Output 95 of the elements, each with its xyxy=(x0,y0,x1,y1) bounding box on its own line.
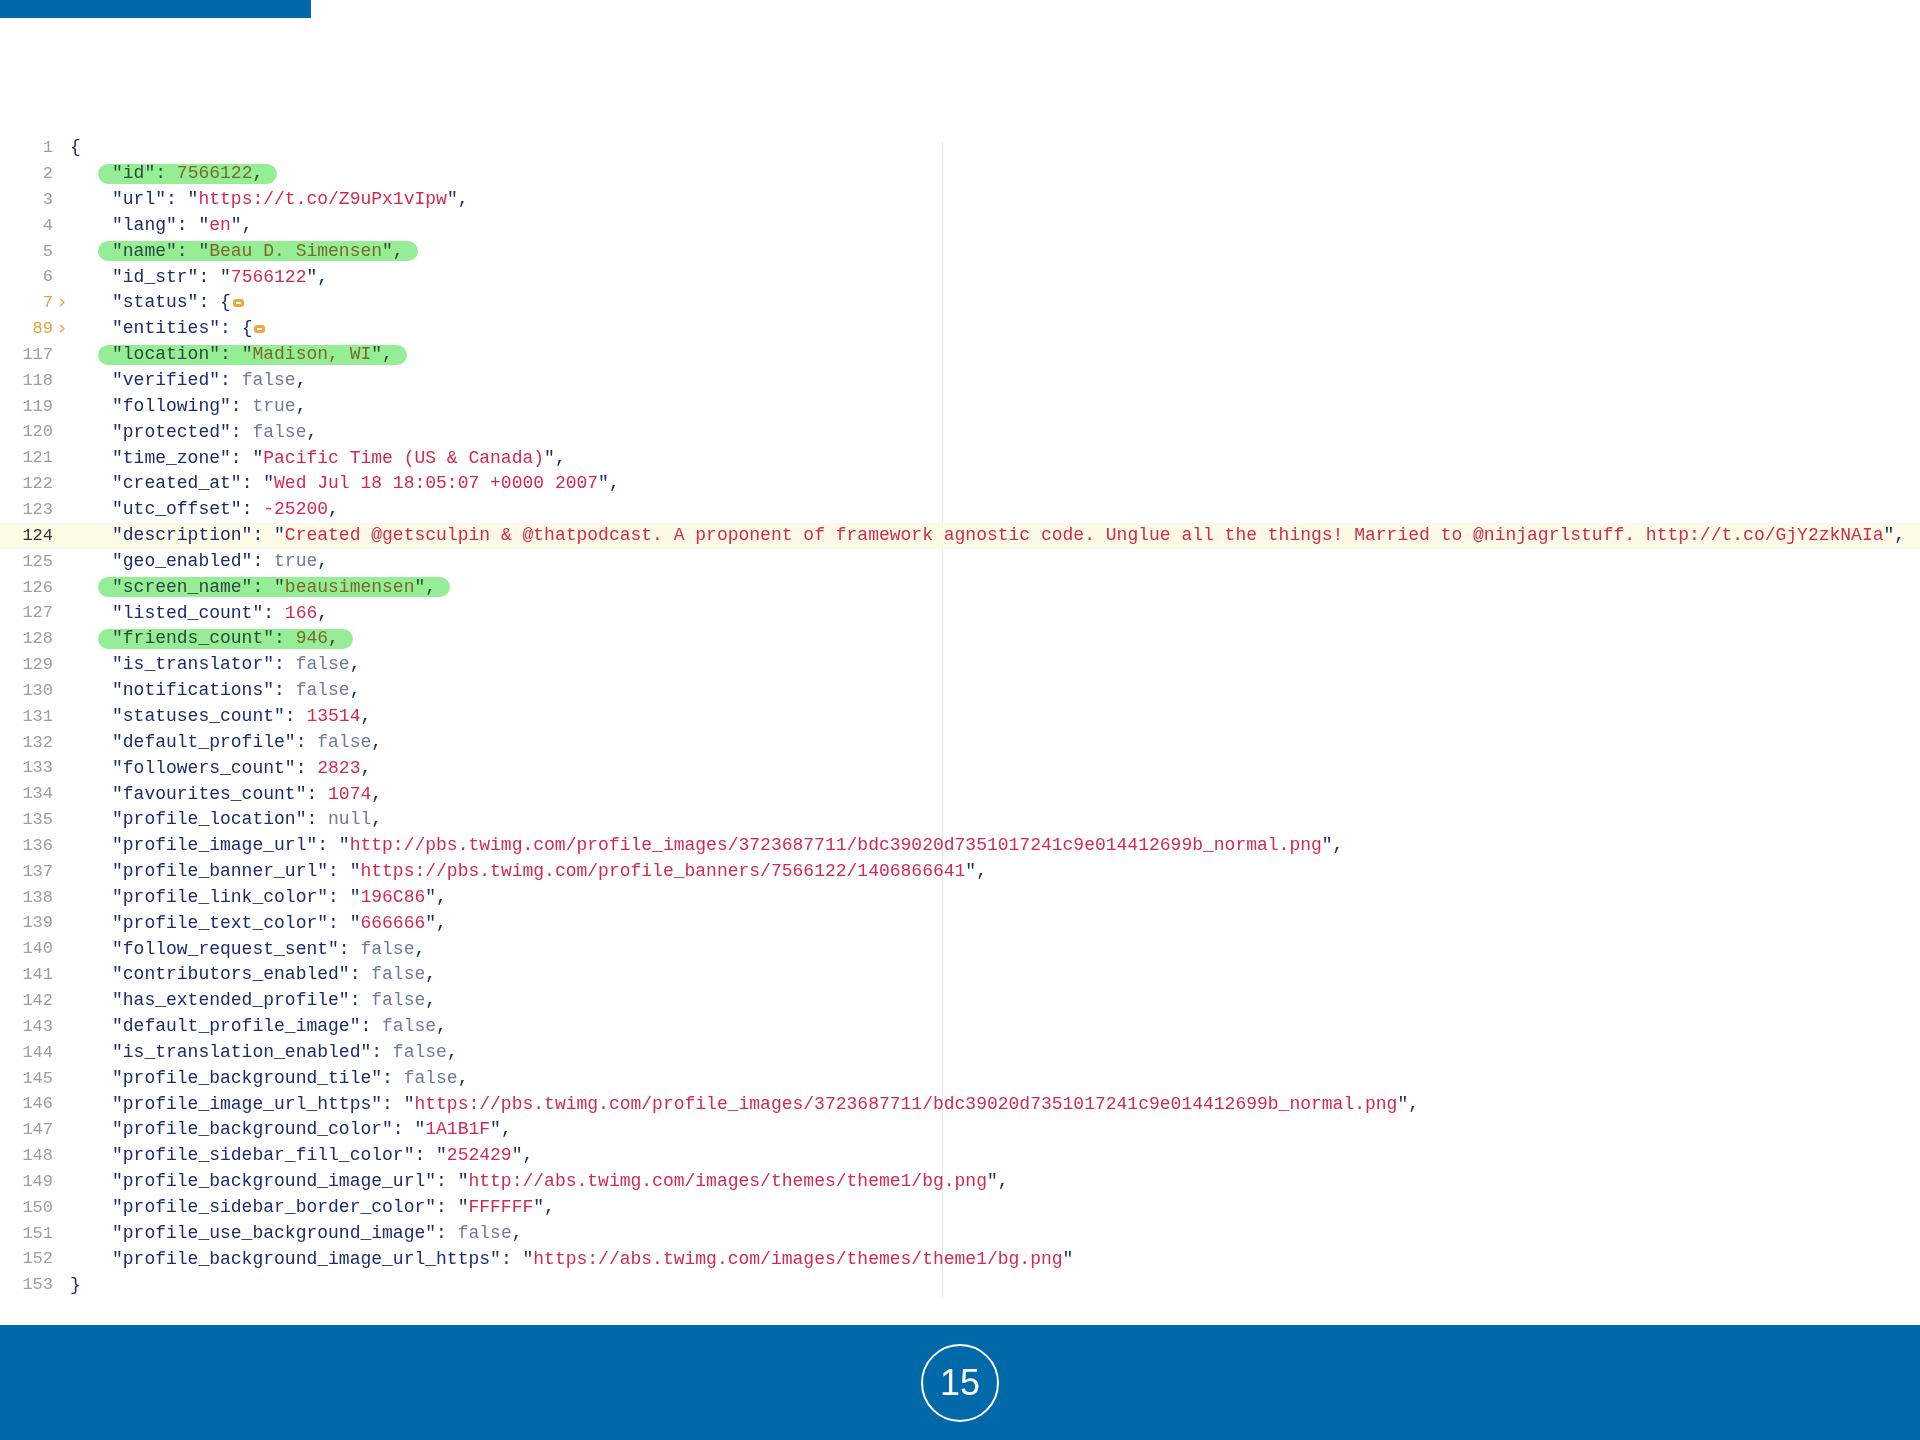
code-line: "default_profile": false, xyxy=(112,730,383,754)
line-number: 141 xyxy=(22,965,53,985)
code-line: "lang": "en", xyxy=(112,213,253,237)
code-line: "status": { xyxy=(112,291,231,315)
code-line: { xyxy=(70,136,81,160)
line-number: 145 xyxy=(22,1068,53,1088)
code-line: } xyxy=(70,1273,81,1297)
line-number: 123 xyxy=(22,500,53,519)
line-number: 151 xyxy=(22,1223,53,1243)
line-number: 144 xyxy=(22,1042,53,1062)
code-line: "contributors_enabled": false, xyxy=(112,963,437,987)
code-line: "profile_background_tile": false, xyxy=(112,1066,469,1090)
line-number: 137 xyxy=(22,861,53,881)
code-line: "profile_use_background_image": false, xyxy=(112,1221,523,1245)
code-line: "entities": { xyxy=(112,317,253,341)
code-line: "utc_offset": -25200, xyxy=(112,498,339,522)
code-line: "is_translation_enabled": false, xyxy=(112,1040,458,1064)
code-line: "screen_name": "beausimensen", xyxy=(112,575,437,599)
line-number: 139 xyxy=(22,913,53,933)
code-line: "favourites_count": 1074, xyxy=(112,782,383,806)
line-number: 133 xyxy=(22,758,53,778)
code-line: "has_extended_profile": false, xyxy=(112,989,437,1013)
code-line: "follow_request_sent": false, xyxy=(112,937,426,961)
line-number: 134 xyxy=(22,784,53,804)
line-number: 128 xyxy=(22,629,53,649)
line-number: 118 xyxy=(22,370,53,390)
line-number: 127 xyxy=(22,603,53,623)
code-line: "profile_sidebar_border_color": "FFFFFF", xyxy=(112,1196,555,1219)
line-number: 126 xyxy=(22,577,53,597)
line-number: 148 xyxy=(22,1146,53,1166)
code-line: "description": "Created @getsculpin & @thatpodcast. A proponent of framework agnostic code. Unglue all the things! Married to @ninjagrlstuff. http://t.co/GjY2zkNAIa", xyxy=(112,524,1906,548)
code-line: "protected": false, xyxy=(112,420,318,444)
code-line: "following": true, xyxy=(112,394,307,418)
folded-block-badge[interactable] xyxy=(254,324,266,333)
line-number: 129 xyxy=(22,655,53,675)
code-line: "profile_image_url_https": "https://pbs.twimg.com/profile_images/3723687711/bdc39020d7351017241c9e014412699b_normal.png", xyxy=(112,1092,1420,1116)
line-number: 143 xyxy=(22,1016,53,1036)
code-line: "profile_image_url": "http://pbs.twimg.com/profile_images/3723687711/bdc39020d7351017241c9e014412699b_normal.png", xyxy=(112,834,1344,858)
line-number: 119 xyxy=(22,396,53,416)
line-number: 122 xyxy=(22,474,53,494)
line-number: 130 xyxy=(22,680,53,700)
code-line: "statuses_count": 13514, xyxy=(112,705,372,728)
code-line: "created_at": "Wed Jul 18 18:05:07 +0000 2007", xyxy=(112,472,620,496)
code-line: "notifications": false, xyxy=(112,679,361,703)
code-line: "url": "https://t.co/Z9uPx1vIpw", xyxy=(112,188,469,212)
line-number: 136 xyxy=(22,835,53,855)
folded-block-badge[interactable] xyxy=(232,299,244,307)
line-number: 142 xyxy=(22,991,53,1010)
page-number: 15 xyxy=(921,1343,999,1422)
line-number: 7 xyxy=(42,293,53,313)
line-number: 2 xyxy=(42,164,53,183)
line-number: 117 xyxy=(22,344,53,364)
code-line: "is_translator": false, xyxy=(112,653,361,677)
line-number: 149 xyxy=(22,1171,53,1191)
line-number: 140 xyxy=(22,939,53,959)
code-line: "verified": false, xyxy=(112,369,307,392)
line-number: 138 xyxy=(22,887,53,907)
code-line: "time_zone": "Pacific Time (US & Canada)", xyxy=(112,446,566,470)
code-line: "location": "Madison, WI", xyxy=(112,343,393,367)
line-number: 150 xyxy=(22,1197,53,1217)
code-line: "followers_count": 2823, xyxy=(112,756,372,780)
line-number: 121 xyxy=(22,448,53,468)
code-line: "profile_background_image_url_https": "https://abs.twimg.com/images/themes/theme1/bg.png" xyxy=(112,1247,1074,1271)
line-number: 4 xyxy=(42,215,53,235)
line-number: 6 xyxy=(42,267,53,287)
line-number: 131 xyxy=(22,706,53,726)
line-number: 132 xyxy=(22,732,53,752)
line-number: 153 xyxy=(22,1275,53,1295)
line-number: 146 xyxy=(22,1094,53,1114)
code-line: "id": 7566122, xyxy=(112,162,264,186)
fold-chevron-icon[interactable] xyxy=(58,324,65,334)
code-line: "friends_count": 946, xyxy=(112,627,339,651)
fold-chevron-icon[interactable] xyxy=(58,298,65,308)
line-number: 124 xyxy=(22,525,53,545)
line-number: 125 xyxy=(22,551,53,571)
line-number: 135 xyxy=(22,810,53,830)
line-number: 152 xyxy=(22,1249,53,1269)
code-line: "profile_link_color": "196C86", xyxy=(112,885,447,909)
code-line: "listed_count": 166, xyxy=(112,601,329,625)
code-line: "profile_banner_url": "https://pbs.twimg.com/profile_banners/7566122/1406866641", xyxy=(112,860,987,884)
code-line: "profile_background_image_url": "http://abs.twimg.com/images/themes/theme1/bg.png", xyxy=(112,1170,1009,1194)
line-number: 1 xyxy=(42,138,53,158)
code-line: "name": "Beau D. Simensen", xyxy=(112,239,404,263)
code-line: "id_str": "7566122", xyxy=(112,265,329,289)
code-line: "profile_sidebar_fill_color": "252429", xyxy=(112,1144,534,1168)
line-number: 89 xyxy=(32,319,53,339)
code-line: "profile_background_color": "1A1B1F", xyxy=(112,1118,512,1142)
code-line: "default_profile_image": false, xyxy=(112,1015,447,1039)
line-number: 5 xyxy=(42,241,53,261)
line-number: 147 xyxy=(22,1120,53,1140)
line-number: 3 xyxy=(42,189,53,209)
code-line: "profile_text_color": "666666", xyxy=(112,911,447,935)
code-line: "geo_enabled": true, xyxy=(112,549,329,573)
line-number: 120 xyxy=(22,422,53,442)
code-line: "profile_location": null, xyxy=(112,808,383,832)
